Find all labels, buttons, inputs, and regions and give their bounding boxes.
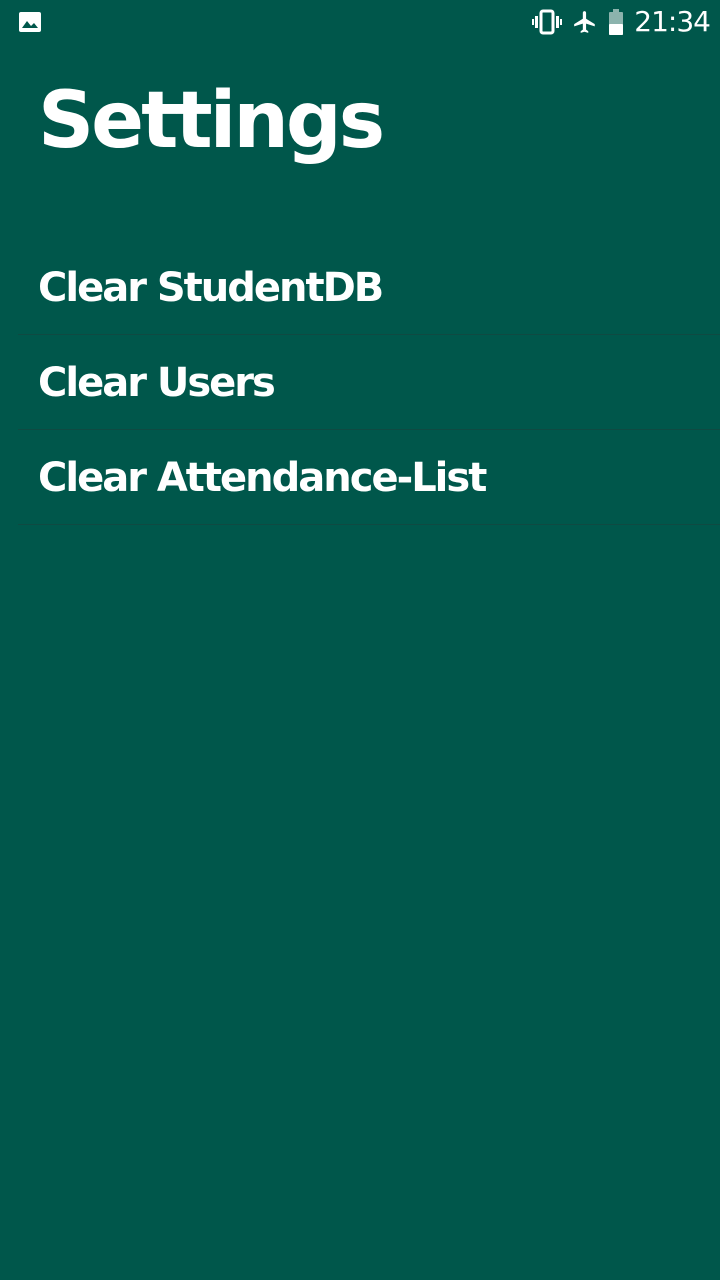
settings-item-label: Clear StudentDB: [38, 265, 384, 311]
image-icon: [18, 10, 42, 34]
page-title: Settings: [38, 76, 385, 166]
status-bar: 21:34: [0, 0, 720, 44]
clear-users-item[interactable]: Clear Users: [18, 335, 720, 430]
settings-item-label: Clear Attendance-List: [38, 455, 487, 501]
vibrate-icon: [532, 9, 563, 35]
settings-item-label: Clear Users: [38, 360, 276, 406]
settings-list: Clear StudentDB Clear Users Clear Attend…: [18, 240, 720, 525]
airplane-mode-icon: [572, 9, 598, 35]
status-icons: 21:34: [532, 4, 711, 40]
battery-icon: [608, 9, 624, 35]
status-time: 21:34: [634, 5, 711, 38]
clear-studentdb-item[interactable]: Clear StudentDB: [18, 240, 720, 335]
clear-attendance-list-item[interactable]: Clear Attendance-List: [18, 430, 720, 525]
